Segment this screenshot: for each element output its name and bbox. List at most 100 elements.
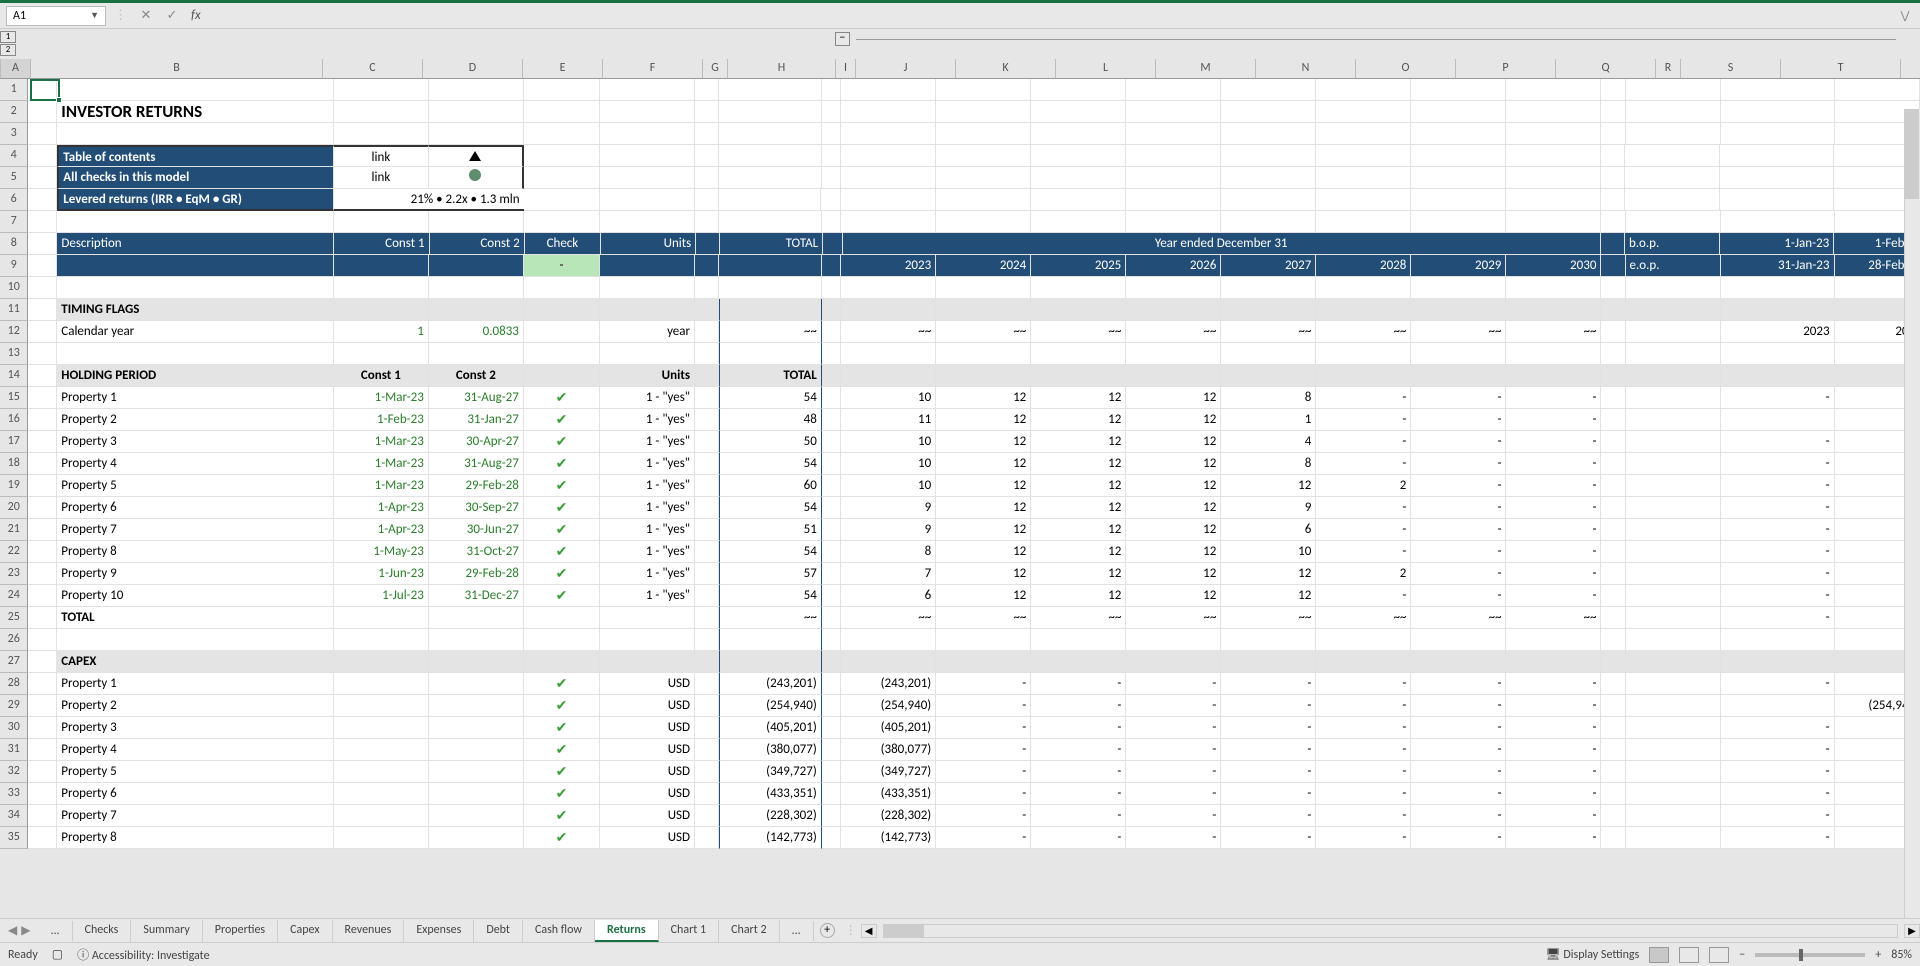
cell-T18[interactable]: - <box>1721 453 1835 475</box>
cell-L20[interactable]: 12 <box>1031 497 1126 519</box>
row-header-33[interactable]: 33 <box>0 783 28 805</box>
cell-D33[interactable] <box>429 783 524 805</box>
cell-C32[interactable] <box>334 761 429 783</box>
cell-M7[interactable] <box>1126 211 1221 233</box>
cell-B20[interactable]: Property 6 <box>57 497 334 519</box>
cell-H33[interactable]: (433,351) <box>719 783 822 805</box>
cell-P24[interactable]: - <box>1411 585 1506 607</box>
cell-M28[interactable]: - <box>1126 673 1221 695</box>
cell-H28[interactable]: (243,201) <box>719 673 822 695</box>
cell-G13[interactable] <box>695 343 719 365</box>
cell-D21[interactable]: 30-Jun-27 <box>429 519 524 541</box>
cell-Q31[interactable]: - <box>1506 739 1601 761</box>
cell-D28[interactable] <box>429 673 524 695</box>
cell-O7[interactable] <box>1316 211 1411 233</box>
cell-E10[interactable] <box>524 277 600 299</box>
cell-D24[interactable]: 31-Dec-27 <box>429 585 524 607</box>
cell-M23[interactable]: 12 <box>1126 563 1221 585</box>
zoom-slider-knob[interactable] <box>1799 949 1803 961</box>
confirm-formula-icon[interactable]: ✓ <box>161 8 183 23</box>
cell-T15[interactable]: - <box>1721 387 1835 409</box>
cell-B27[interactable]: CAPEX <box>57 651 334 673</box>
cell-C22[interactable]: 1-May-23 <box>334 541 429 563</box>
cell-C18[interactable]: 1-Mar-23 <box>334 453 429 475</box>
cell-N16[interactable]: 1 <box>1221 409 1316 431</box>
cell-O32[interactable]: - <box>1316 761 1411 783</box>
cell-H29[interactable]: (254,940) <box>719 695 822 717</box>
cell-M27[interactable] <box>1126 651 1221 673</box>
cell-Q28[interactable]: - <box>1506 673 1601 695</box>
row-header-26[interactable]: 26 <box>0 629 28 651</box>
cell-J2[interactable] <box>841 101 936 123</box>
cell-N31[interactable]: - <box>1221 739 1316 761</box>
cell-J16[interactable]: 11 <box>841 409 936 431</box>
cell-S5[interactable] <box>1625 167 1720 189</box>
cell-M1[interactable] <box>1126 79 1221 101</box>
cell-I33[interactable] <box>822 783 841 805</box>
cell-M2[interactable] <box>1126 101 1221 123</box>
cell-E9[interactable]: - <box>524 255 600 277</box>
cell-T6[interactable] <box>1720 189 1834 211</box>
cell-G29[interactable] <box>695 695 719 717</box>
cell-N30[interactable]: - <box>1221 717 1316 739</box>
cell-J27[interactable] <box>841 651 936 673</box>
cell-N24[interactable]: 12 <box>1221 585 1316 607</box>
cell-K5[interactable] <box>936 167 1031 189</box>
cell-Q2[interactable] <box>1506 101 1601 123</box>
cell-S28[interactable] <box>1626 673 1721 695</box>
cell-J15[interactable]: 10 <box>841 387 936 409</box>
cell-Q14[interactable] <box>1506 365 1601 387</box>
cell-M30[interactable]: - <box>1126 717 1221 739</box>
cell-D26[interactable] <box>429 629 524 651</box>
cell-J13[interactable] <box>841 343 936 365</box>
cell-I32[interactable] <box>822 761 841 783</box>
cell-F16[interactable]: 1 - "yes" <box>600 409 695 431</box>
cell-D35[interactable] <box>429 827 524 849</box>
sheet-tab-checks[interactable]: Checks <box>73 920 132 942</box>
cell-O1[interactable] <box>1316 79 1411 101</box>
cell-J21[interactable]: 9 <box>841 519 936 541</box>
cell-C26[interactable] <box>334 629 429 651</box>
cell-Q7[interactable] <box>1506 211 1601 233</box>
zoom-out-button[interactable]: − <box>1739 948 1745 962</box>
cell-P16[interactable]: - <box>1411 409 1506 431</box>
cell-N11[interactable] <box>1221 299 1316 321</box>
cell-C34[interactable] <box>334 805 429 827</box>
cell-K28[interactable]: - <box>936 673 1031 695</box>
cell-Q12[interactable]: ~~ <box>1506 321 1601 343</box>
cell-Q33[interactable]: - <box>1506 783 1601 805</box>
column-header-O[interactable]: O <box>1356 59 1456 79</box>
cell-G30[interactable] <box>695 717 719 739</box>
row-header-32[interactable]: 32 <box>0 761 28 783</box>
cell-H16[interactable]: 48 <box>719 409 822 431</box>
cell-H15[interactable]: 54 <box>719 387 822 409</box>
cell-K12[interactable]: ~~ <box>936 321 1031 343</box>
cell-M34[interactable]: - <box>1126 805 1221 827</box>
cell-D10[interactable] <box>429 277 524 299</box>
tabs-nav[interactable]: ◀ ▶ <box>0 923 38 938</box>
cell-B4[interactable]: Table of contents <box>57 145 334 167</box>
cell-A23[interactable] <box>28 563 57 585</box>
cell-B13[interactable] <box>57 343 334 365</box>
cell-I25[interactable] <box>822 607 841 629</box>
cell-H18[interactable]: 54 <box>719 453 822 475</box>
cell-K9[interactable]: 2024 <box>936 255 1031 277</box>
cell-P17[interactable]: - <box>1411 431 1506 453</box>
cell-P9[interactable]: 2029 <box>1411 255 1506 277</box>
cell-C23[interactable]: 1-Jun-23 <box>334 563 429 585</box>
cell-H22[interactable]: 54 <box>719 541 822 563</box>
cell-Q35[interactable]: - <box>1506 827 1601 849</box>
cell-H7[interactable] <box>719 211 822 233</box>
cell-N18[interactable]: 8 <box>1221 453 1316 475</box>
cell-L24[interactable]: 12 <box>1031 585 1126 607</box>
cell-I3[interactable] <box>822 123 841 145</box>
cell-J25[interactable]: ~~ <box>841 607 936 629</box>
cell-F25[interactable] <box>600 607 695 629</box>
cell-O11[interactable] <box>1316 299 1411 321</box>
cell-O14[interactable] <box>1316 365 1411 387</box>
cell-R1[interactable] <box>1601 79 1625 101</box>
cell-S15[interactable] <box>1626 387 1721 409</box>
cell-Q6[interactable] <box>1506 189 1601 211</box>
sheet-tab-cash-flow[interactable]: Cash flow <box>523 920 595 942</box>
cell-M25[interactable]: ~~ <box>1126 607 1221 629</box>
